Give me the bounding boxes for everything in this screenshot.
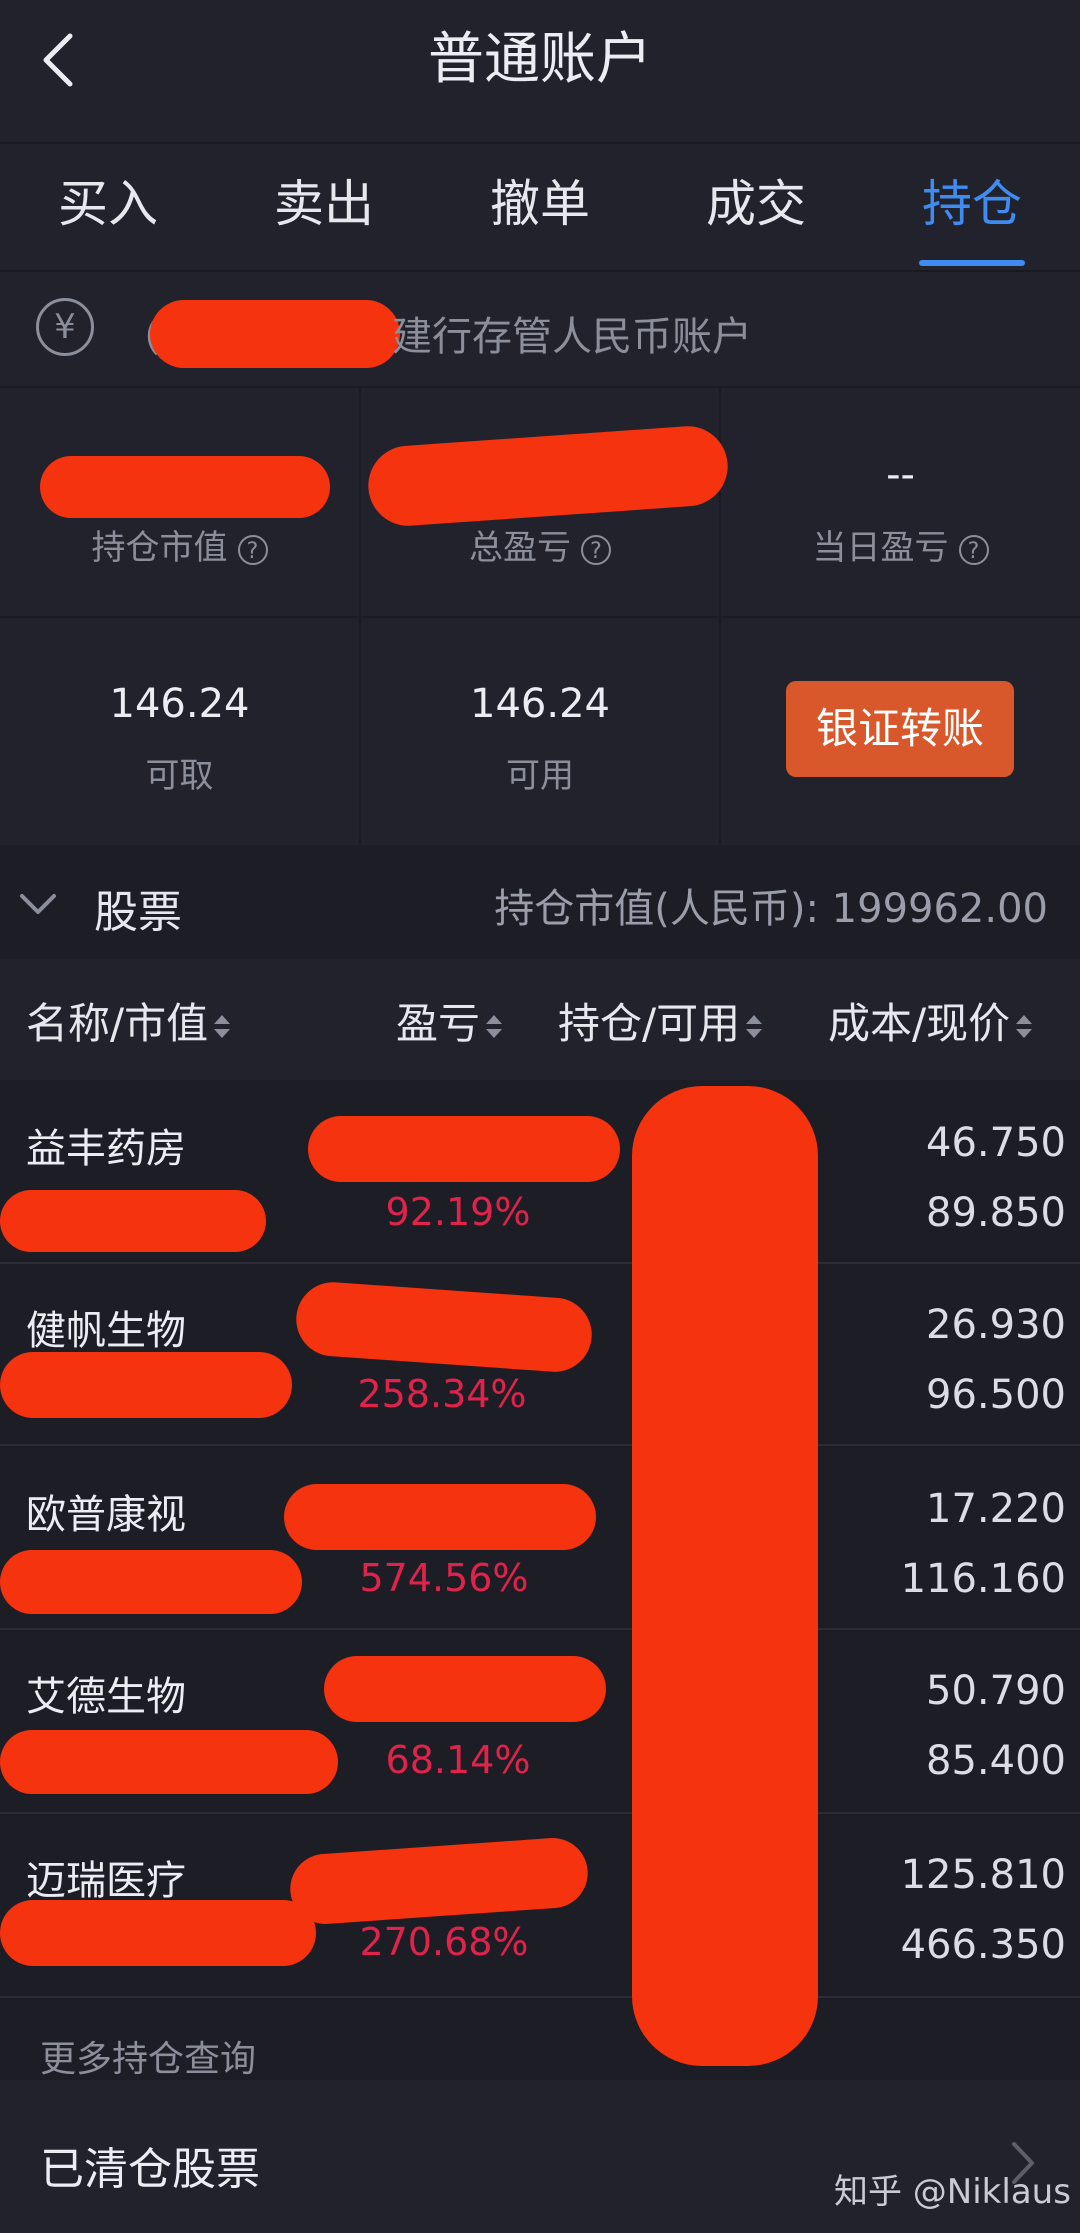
stock-name: 欧普康视 xyxy=(26,1492,186,1538)
row-divider xyxy=(0,1996,1080,1998)
current-price: 466.350 xyxy=(900,1922,1066,1968)
tab-sell[interactable]: 卖出 xyxy=(216,144,432,264)
sort-icon xyxy=(744,1009,764,1045)
redaction-mark xyxy=(150,300,400,368)
current-price: 85.400 xyxy=(926,1738,1066,1784)
redaction-mark xyxy=(40,456,330,518)
tab-buy[interactable]: 买入 xyxy=(0,144,216,264)
help-icon[interactable]: ? xyxy=(237,534,268,565)
more-positions-link[interactable]: 更多持仓查询 xyxy=(40,2030,256,2082)
total-pnl-label: 总盈亏? xyxy=(361,520,719,569)
redaction-mark xyxy=(0,1900,316,1966)
currency-yuan-icon: ¥ xyxy=(36,298,94,356)
available-value: 146.24 xyxy=(470,681,610,727)
help-icon[interactable]: ? xyxy=(958,534,989,565)
cost-price: 125.810 xyxy=(900,1852,1066,1898)
bank-transfer-button[interactable]: 银证转账 xyxy=(786,681,1014,777)
current-price: 116.160 xyxy=(900,1556,1066,1602)
redaction-mark xyxy=(0,1730,338,1794)
stock-name: 艾德生物 xyxy=(26,1674,186,1720)
divider xyxy=(0,386,1080,388)
redaction-mark xyxy=(0,1352,292,1418)
redaction-mark xyxy=(0,1550,302,1614)
current-price: 89.850 xyxy=(926,1190,1066,1236)
cost-price: 46.750 xyxy=(926,1120,1066,1166)
redaction-mark xyxy=(365,423,731,529)
stock-name: 健帆生物 xyxy=(26,1308,186,1354)
redaction-mark xyxy=(0,1190,266,1252)
current-price: 96.500 xyxy=(926,1372,1066,1418)
market-value-label: 持仓市值? xyxy=(0,520,359,569)
sort-icon xyxy=(212,1009,232,1045)
pnl-percent: 258.34% xyxy=(357,1372,527,1416)
chevron-down-icon[interactable] xyxy=(18,884,58,924)
column-header-name[interactable]: 名称/市值 xyxy=(26,990,232,1051)
pnl-percent: 270.68% xyxy=(359,1920,529,1964)
page-title: 普通账户 xyxy=(428,27,652,92)
column-header-pnl[interactable]: 盈亏 xyxy=(396,990,504,1051)
available-label: 可用 xyxy=(506,756,574,796)
tab-positions[interactable]: 持仓 xyxy=(864,144,1080,264)
divider xyxy=(0,616,1080,618)
pnl-percent: 92.19% xyxy=(385,1190,531,1234)
withdrawable-value: 146.24 xyxy=(109,681,250,727)
stock-name: 益丰药房 xyxy=(26,1126,186,1172)
stock-name: 迈瑞医疗 xyxy=(26,1858,186,1904)
redaction-mark xyxy=(284,1484,596,1550)
help-icon[interactable]: ? xyxy=(581,534,611,565)
daily-pnl-value: -- xyxy=(886,452,915,498)
daily-pnl-label: 当日盈亏? xyxy=(721,520,1080,569)
section-title-stocks: 股票 xyxy=(94,887,182,938)
column-header-cost-price[interactable]: 成本/现价 xyxy=(828,990,1034,1051)
column-header-holdings[interactable]: 持仓/可用 xyxy=(558,990,764,1051)
cost-price: 17.220 xyxy=(926,1486,1066,1532)
tab-cancel[interactable]: 撤单 xyxy=(432,144,648,264)
cleared-stocks-label: 已清仓股票 xyxy=(40,2144,260,2195)
pnl-percent: 68.14% xyxy=(385,1738,531,1782)
redaction-mark xyxy=(632,1086,818,2066)
sort-icon xyxy=(1014,1009,1034,1045)
tab-deals[interactable]: 成交 xyxy=(648,144,864,264)
sort-icon xyxy=(484,1009,504,1045)
watermark: 知乎 @Niklaus xyxy=(834,2172,1071,2212)
withdrawable-label: 可取 xyxy=(145,756,214,796)
redaction-mark xyxy=(324,1656,606,1722)
active-tab-indicator xyxy=(919,260,1025,266)
tab-bar: 买入 卖出 撤单 成交 持仓 xyxy=(0,144,1080,270)
account-name: 建行存管人民币账户 xyxy=(392,314,752,360)
stocks-market-value: 持仓市值(人民币): 199962.00 xyxy=(494,886,1048,932)
redaction-mark xyxy=(308,1116,620,1182)
cost-price: 26.930 xyxy=(926,1302,1066,1348)
divider xyxy=(0,270,1080,272)
pnl-percent: 574.56% xyxy=(359,1556,529,1600)
cost-price: 50.790 xyxy=(926,1668,1066,1714)
